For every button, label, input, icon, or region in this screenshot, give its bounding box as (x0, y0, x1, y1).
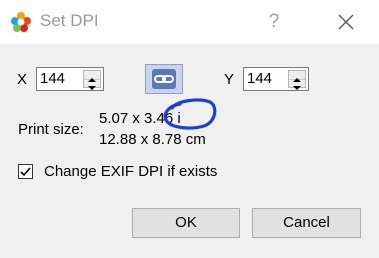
chain-link-icon (152, 69, 176, 89)
close-icon (338, 14, 354, 30)
window-title: Set DPI (40, 11, 99, 30)
change-exif-checkbox[interactable] (18, 164, 33, 179)
print-size-label: Print size: (18, 121, 84, 138)
close-button[interactable] (333, 8, 359, 36)
y-dpi-down-arrow-icon[interactable] (289, 79, 305, 90)
x-dpi-stepper[interactable] (83, 70, 101, 90)
x-dpi-down-arrow-icon[interactable] (84, 79, 100, 90)
annotation-circle (160, 94, 222, 136)
x-dpi-spinbox[interactable]: 144 (36, 67, 104, 91)
app-flower-icon (11, 12, 31, 32)
link-dpi-toggle-button[interactable] (145, 64, 183, 94)
cancel-button[interactable]: Cancel (252, 208, 361, 238)
x-label: X (17, 71, 28, 88)
change-exif-label[interactable]: Change EXIF DPI if exists (44, 163, 217, 180)
x-dpi-value[interactable]: 144 (40, 70, 65, 87)
ok-button[interactable]: OK (132, 208, 240, 238)
y-dpi-value[interactable]: 144 (247, 70, 272, 87)
y-dpi-stepper[interactable] (288, 70, 306, 90)
y-dpi-spinbox[interactable]: 144 (243, 67, 309, 91)
checkmark-icon (20, 167, 31, 177)
help-button[interactable]: ? (262, 8, 286, 36)
title-bar: Set DPI ? (0, 0, 379, 44)
y-label: Y (224, 71, 235, 88)
